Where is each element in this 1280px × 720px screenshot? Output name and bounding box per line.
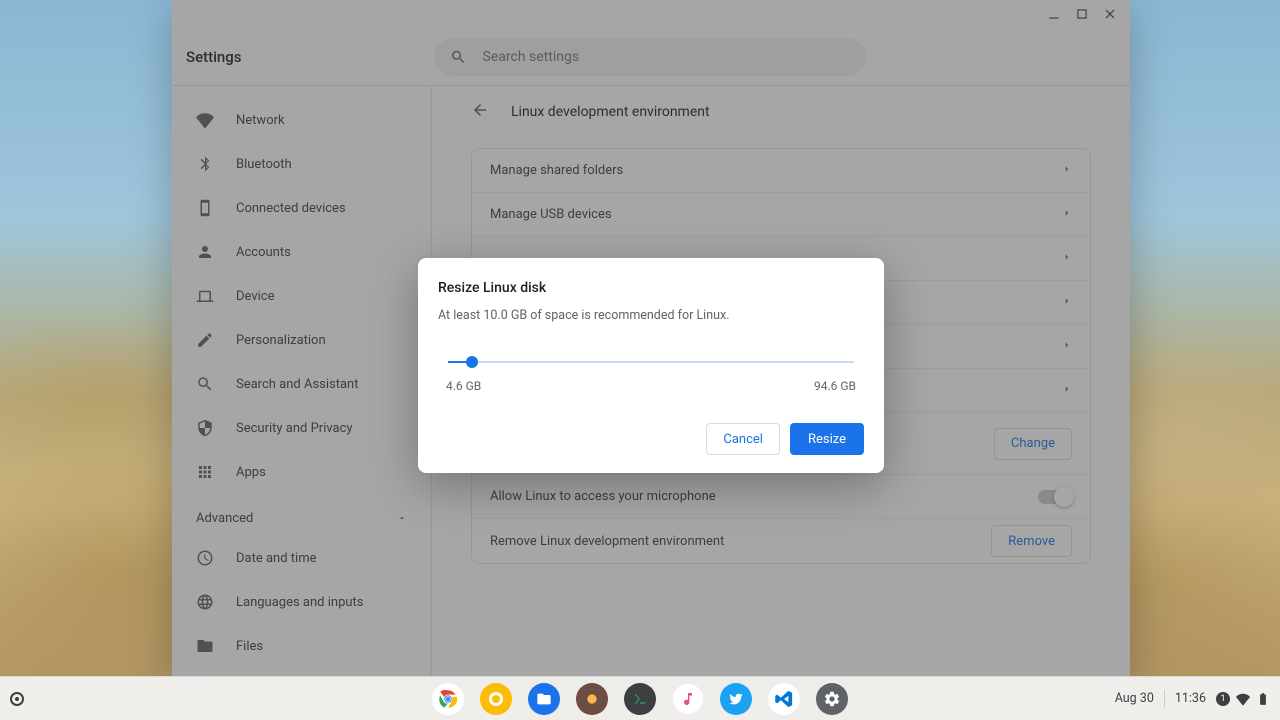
slider-thumb[interactable] [466, 356, 478, 368]
tray-time: 11:36 [1175, 691, 1206, 706]
shelf-app-chrome[interactable] [432, 683, 464, 715]
shelf-app-vscode[interactable] [768, 683, 800, 715]
battery-icon [1256, 692, 1270, 706]
notification-badge: 1 [1216, 692, 1230, 706]
cancel-button[interactable]: Cancel [706, 423, 780, 455]
shelf-app-canary[interactable] [480, 683, 512, 715]
shelf-app-twitter[interactable] [720, 683, 752, 715]
shelf-app-music[interactable] [672, 683, 704, 715]
shelf-app-files[interactable] [528, 683, 560, 715]
system-tray[interactable]: Aug 30 11:36 1 [1115, 690, 1270, 708]
disk-size-slider[interactable] [438, 353, 864, 377]
dialog-description: At least 10.0 GB of space is recommended… [438, 308, 864, 323]
dialog-title: Resize Linux disk [438, 280, 864, 296]
slider-min-label: 4.6 GB [446, 379, 481, 393]
tray-date: Aug 30 [1115, 691, 1154, 706]
shelf: Aug 30 11:36 1 [0, 676, 1280, 720]
launcher-button[interactable] [10, 692, 24, 706]
shelf-app-settings[interactable] [816, 683, 848, 715]
shelf-app-terminal[interactable] [624, 683, 656, 715]
wifi-icon [1236, 692, 1250, 706]
resize-button[interactable]: Resize [790, 423, 864, 455]
shelf-apps [432, 683, 848, 715]
shelf-app-brown[interactable] [576, 683, 608, 715]
resize-dialog: Resize Linux disk At least 10.0 GB of sp… [418, 258, 884, 473]
slider-max-label: 94.6 GB [814, 379, 856, 393]
